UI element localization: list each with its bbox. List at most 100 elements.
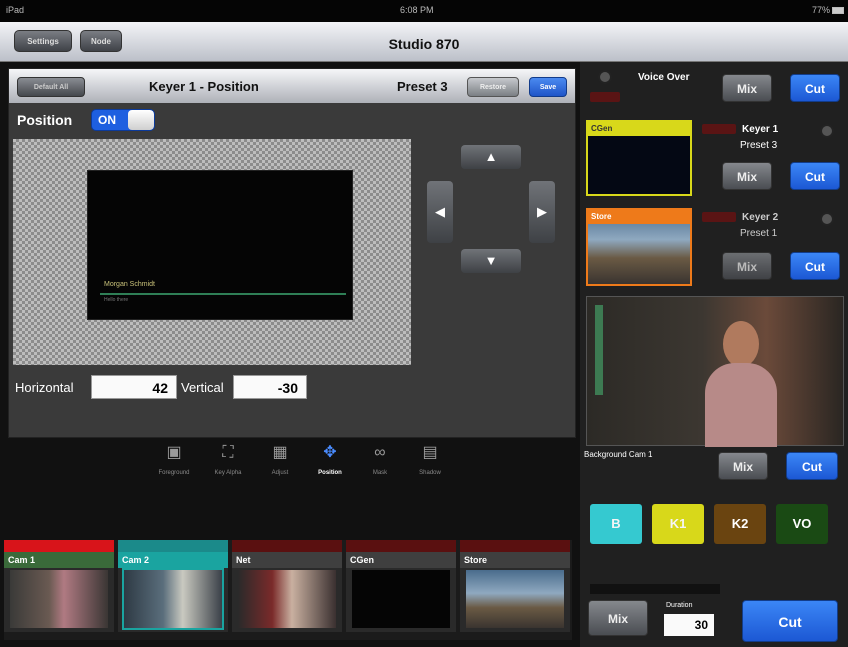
battery-percent: 77% [811, 5, 830, 15]
nudge-left-button[interactable]: ◀ [427, 181, 453, 243]
voice-over-cut-button[interactable]: Cut [790, 74, 840, 102]
key-k1-button[interactable]: K1 [652, 504, 704, 544]
tool-label: Key Alpha [214, 470, 242, 476]
source-tally [118, 540, 228, 552]
tool-label: Mask [372, 470, 388, 476]
source-tally [4, 540, 114, 552]
keyer1-tally [702, 124, 736, 134]
keyer1-mix-button[interactable]: Mix [722, 162, 772, 190]
nav-bar: Settings Node Studio 870 [0, 22, 848, 62]
keyer-position-panel: Default All Keyer 1 - Position Preset 3 … [8, 68, 576, 438]
source-name: Cam 2 [118, 552, 228, 568]
presenter-figure [723, 321, 759, 367]
transition-cut-button[interactable]: Cut [742, 600, 838, 642]
transition-mix-button[interactable]: Mix [588, 600, 648, 636]
nudge-up-button[interactable]: ▲ [461, 145, 521, 169]
background-mix-button[interactable]: Mix [718, 452, 768, 480]
tool-shadow[interactable]: ▤ Shadow [404, 444, 456, 476]
source-cam-2[interactable]: Cam 2 [118, 540, 228, 632]
source-store[interactable]: Store [460, 540, 570, 632]
source-thumbnail [466, 570, 564, 628]
nudge-right-button[interactable]: ▶ [529, 181, 555, 243]
gear-icon[interactable] [598, 70, 612, 84]
keyer1-cut-button[interactable]: Cut [790, 162, 840, 190]
voice-over-label: Voice Over [638, 72, 690, 83]
battery-icon [832, 7, 844, 14]
source-net[interactable]: Net [232, 540, 342, 632]
background-cut-button[interactable]: Cut [786, 452, 838, 480]
default-all-button[interactable]: Default All [17, 77, 85, 97]
duration-label: Duration [666, 602, 693, 609]
save-button[interactable]: Save [529, 77, 567, 97]
key-alpha-icon: ⛶ [222, 444, 234, 461]
shadow-icon: ▤ [422, 444, 438, 461]
tool-mask[interactable]: ∞ Mask [354, 444, 406, 476]
keyer2-label: Keyer 2 [742, 212, 779, 223]
keyer1-thumbnail[interactable]: CGen [586, 120, 692, 196]
source-name: Cam 1 [4, 552, 114, 568]
horizontal-label: Horizontal [15, 380, 74, 395]
tool-label: Position [318, 470, 342, 476]
adjust-icon: ▦ [272, 444, 288, 461]
duration-field[interactable]: 30 [664, 614, 714, 636]
tool-label: Adjust [271, 470, 289, 476]
source-thumbnail [10, 570, 108, 628]
presenter-body [705, 363, 777, 447]
source-thumbnail [352, 570, 450, 628]
keyer2-gear-icon[interactable] [820, 212, 834, 226]
voice-over-tally [590, 92, 620, 102]
vertical-label: Vertical [181, 380, 224, 395]
device-label: iPad [6, 5, 25, 15]
key-k2-button[interactable]: K2 [714, 504, 766, 544]
keyer2-preset: Preset 1 [740, 228, 778, 239]
source-cam-1[interactable]: Cam 1 [4, 540, 114, 632]
source-thumbnail [238, 570, 336, 628]
keyer2-thumbnail[interactable]: Store [586, 208, 692, 286]
restore-button[interactable]: Restore [467, 77, 519, 97]
keyer-title: Keyer 1 - Position [149, 79, 259, 94]
keyer1-preset: Preset 3 [740, 140, 778, 151]
preset-label: Preset 3 [397, 79, 448, 94]
page-title: Studio 870 [388, 36, 460, 52]
status-bar: iPad 6:08 PM 77% [0, 0, 848, 22]
lower-third-line [100, 293, 346, 295]
keyer-preview[interactable]: Morgan Schmidt Hello there [87, 170, 353, 320]
voice-over-mix-button[interactable]: Mix [722, 74, 772, 102]
keyer-header: Default All Keyer 1 - Position Preset 3 … [9, 69, 575, 103]
clock: 6:08 PM [400, 5, 434, 15]
source-name: CGen [346, 552, 456, 568]
horizontal-field[interactable]: 42 [91, 375, 177, 399]
nudge-down-button[interactable]: ▼ [461, 249, 521, 273]
keyer1-gear-icon[interactable] [820, 124, 834, 138]
vertical-field[interactable]: -30 [233, 375, 307, 399]
tool-adjust[interactable]: ▦ Adjust [254, 444, 306, 476]
background-side-tally [595, 305, 603, 395]
source-cgen[interactable]: CGen [346, 540, 456, 632]
background-label: Background Cam 1 [584, 450, 653, 459]
tool-key-alpha[interactable]: ⛶ Key Alpha [202, 444, 254, 476]
keyer2-cut-button[interactable]: Cut [790, 252, 840, 280]
toggle-knob [128, 110, 154, 130]
tool-label: Shadow [419, 470, 441, 476]
keyer1-label: Keyer 1 [742, 124, 779, 135]
source-tally [346, 540, 456, 552]
tool-foreground[interactable]: ▣ Foreground [148, 444, 200, 476]
keyer2-mix-button[interactable]: Mix [722, 252, 772, 280]
source-tally [460, 540, 570, 552]
key-vo-button[interactable]: VO [776, 504, 828, 544]
tool-label: Foreground [158, 470, 190, 476]
position-icon: ✥ [323, 444, 337, 461]
source-tally [232, 540, 342, 552]
key-b-button[interactable]: B [590, 504, 642, 544]
position-canvas[interactable]: Morgan Schmidt Hello there [13, 139, 411, 365]
source-name: Store [460, 552, 570, 568]
position-toggle[interactable]: ON [91, 109, 155, 131]
position-label: Position [17, 112, 73, 128]
source-strip: Cam 1 Cam 2 Net CGen Store [4, 540, 572, 640]
keyer1-source: CGen [588, 122, 690, 136]
lower-third-name: Morgan Schmidt [104, 281, 155, 288]
keyer2-tally [702, 212, 736, 222]
tool-position[interactable]: ✥ Position [304, 444, 356, 476]
background-preview[interactable] [586, 296, 844, 447]
keyer2-source: Store [588, 210, 690, 224]
